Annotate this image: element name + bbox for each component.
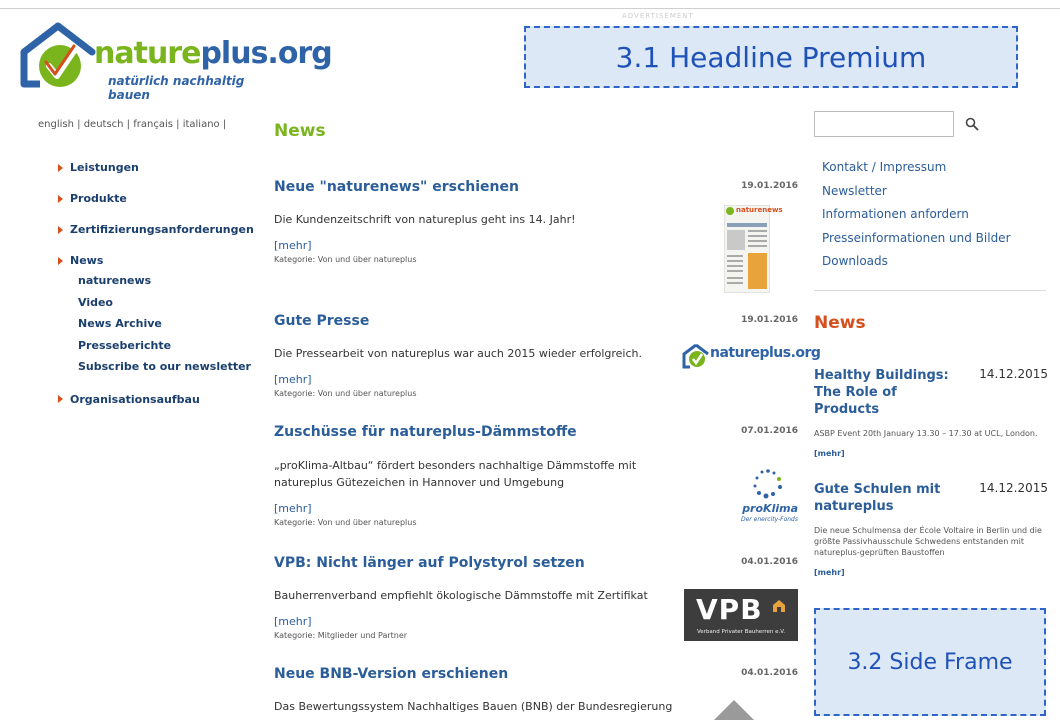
sidebar-news-description: ASBP Event 20th January 13.30 – 17.30 at… (814, 429, 1038, 438)
article-date: 07.01.2016 (741, 426, 798, 436)
article-category: Kategorie: Von und über natureplus (274, 389, 417, 398)
article-more-link[interactable]: [mehr] (274, 239, 312, 252)
lang-francais[interactable]: français | (133, 119, 179, 130)
side-frame[interactable]: 3.2 Side Frame (814, 608, 1046, 716)
search-button[interactable] (958, 111, 986, 137)
search-icon (965, 117, 979, 131)
article-title[interactable]: Neue BNB-Version erschienen (274, 666, 798, 682)
article-more-link[interactable]: [mehr] (274, 615, 312, 628)
proklima-dots-logo (753, 469, 782, 499)
nav-item-produkte[interactable]: Produkte (58, 183, 258, 214)
page-title: News (274, 121, 326, 141)
arrow-right-icon (58, 194, 63, 203)
sidebar-news-date: 14.12.2015 (979, 481, 1048, 495)
bnb-thumbnail-image (714, 700, 754, 720)
article-description: Das Bewertungssystem Nachhaltiges Bauen … (274, 700, 673, 713)
article-description: Bauherrenverband empfiehlt ökologische D… (274, 589, 648, 602)
main-navigation: Leistungen Produkte Zertifizierungsanfor… (58, 152, 258, 415)
lang-italiano[interactable]: italiano | (183, 119, 227, 130)
arrow-right-icon (58, 395, 63, 403)
headline-premium-frame[interactable]: 3.1 Headline Premium (524, 26, 1018, 88)
sidebar-news-date: 14.12.2015 (979, 367, 1048, 381)
language-switcher: english | deutsch | français | italiano … (38, 119, 226, 130)
thumbnail-label: proKlima (742, 502, 798, 515)
sidebar-news-description: Die neue Schulmensa der École Voltaire i… (814, 526, 1042, 557)
sidebar-news-item: Healthy Buildings: The Role of Products … (814, 367, 1048, 458)
link-informationen-anfordern[interactable]: Informationen anfordern (822, 204, 1011, 228)
sidebar-news-item: Gute Schulen mit natureplus 14.12.2015 D… (814, 481, 1048, 577)
vpb-house-icon (773, 600, 785, 612)
lang-deutsch[interactable]: deutsch | (84, 119, 130, 130)
sidebar-news-title-link[interactable]: Healthy Buildings: The Role of Products (814, 367, 964, 418)
arrow-right-icon (58, 225, 63, 234)
news-subnav: naturenews Video News Archive Presseberi… (58, 270, 258, 378)
arrow-right-icon (58, 163, 63, 172)
link-downloads[interactable]: Downloads (822, 251, 1011, 275)
news-article: Gute Presse 19.01.2016 Die Pressearbeit … (274, 313, 821, 403)
vpb-thumbnail[interactable]: VPB Verband Privater Bauherren e.V. (684, 589, 798, 641)
news-article: Zuschüsse für natureplus-Dämmstoffe 07.0… (274, 424, 798, 534)
top-border-line (0, 8, 1060, 9)
sidebar-news-title: News (814, 313, 866, 333)
service-links: Kontakt / Impressum Newsletter Informati… (822, 157, 1011, 275)
link-kontakt-impressum[interactable]: Kontakt / Impressum (822, 157, 1011, 181)
article-date: 04.01.2016 (741, 557, 798, 567)
news-article: Neue "naturenews" erschienen 19.01.2016 … (274, 179, 798, 299)
search-input[interactable] (814, 111, 954, 137)
nav-item-organisationsaufbau[interactable]: Organisationsaufbau (58, 384, 258, 415)
article-more-link[interactable]: [mehr] (274, 373, 312, 386)
article-title[interactable]: Zuschüsse für natureplus-Dämmstoffe (274, 424, 798, 440)
naturenews-thumbnail[interactable]: naturenews (723, 204, 783, 294)
natureplus-logo-icon (682, 343, 709, 369)
logo-wordmark: natureplus.org (94, 36, 333, 71)
article-category: Kategorie: Mitglieder und Partner (274, 631, 408, 640)
thumbnail-label: naturenews (736, 206, 783, 214)
article-title[interactable]: Gute Presse (274, 313, 798, 329)
sidebar-news-more-link[interactable]: [mehr] (814, 449, 1048, 458)
article-title[interactable]: Neue "naturenews" erschienen (274, 179, 798, 195)
link-newsletter[interactable]: Newsletter (822, 181, 1011, 205)
sidebar-news-more-link[interactable]: [mehr] (814, 568, 1048, 577)
article-date: 19.01.2016 (741, 315, 798, 325)
logo-house-icon (20, 22, 96, 88)
magazine-cover-image (723, 204, 771, 294)
subnav-subscribe-newsletter[interactable]: Subscribe to our newsletter (78, 356, 258, 378)
subnav-presseberichte[interactable]: Presseberichte (78, 335, 258, 357)
natureplus-thumbnail[interactable]: natureplus.org (682, 341, 821, 375)
subnav-video[interactable]: Video (78, 292, 258, 314)
sidebar-divider (814, 290, 1046, 291)
thumbnail-label: natureplus.org (710, 345, 821, 361)
thumbnail-sublabel: Der enercity-Fonds (740, 516, 798, 523)
article-more-link[interactable]: [mehr] (274, 502, 312, 515)
subnav-naturenews[interactable]: naturenews (78, 270, 258, 292)
news-article: VPB: Nicht länger auf Polystyrol setzen … (274, 555, 798, 645)
arrow-right-icon (58, 256, 63, 265)
article-date: 19.01.2016 (741, 181, 798, 191)
article-description: Die Kundenzeitschrift von natureplus geh… (274, 213, 576, 226)
link-presseinformationen[interactable]: Presseinformationen und Bilder (822, 228, 1011, 252)
article-description: „proKlima-Altbau“ fördert besonders nach… (274, 459, 637, 489)
article-description: Die Pressearbeit von natureplus war auch… (274, 347, 642, 360)
article-category: Kategorie: Von und über natureplus (274, 255, 417, 264)
proklima-thumbnail[interactable]: proKlima Der enercity-Fonds (702, 466, 798, 526)
article-title[interactable]: VPB: Nicht länger auf Polystyrol setzen (274, 555, 798, 571)
nav-item-zertifizierungsanforderungen[interactable]: Zertifizierungsanforderungen (58, 214, 258, 245)
logo-tagline: natürlich nachhaltig bauen (108, 74, 245, 102)
thumbnail-sublabel: Verband Privater Bauherren e.V. (696, 629, 786, 635)
lang-english[interactable]: english | (38, 119, 81, 130)
subnav-news-archive[interactable]: News Archive (78, 313, 258, 335)
natureplus-logo[interactable]: natureplus.org natürlich nachhaltig baue… (18, 22, 333, 102)
sidebar-news-title-link[interactable]: Gute Schulen mit natureplus (814, 481, 964, 515)
thumbnail-label: VPB (696, 593, 763, 626)
nav-item-leistungen[interactable]: Leistungen (58, 152, 258, 183)
article-date: 04.01.2016 (741, 668, 798, 678)
news-article: Neue BNB-Version erschienen 04.01.2016 D… (274, 666, 798, 720)
advertisement-label: ADVERTISEMENT (622, 12, 694, 20)
article-category: Kategorie: Von und über natureplus (274, 518, 417, 527)
